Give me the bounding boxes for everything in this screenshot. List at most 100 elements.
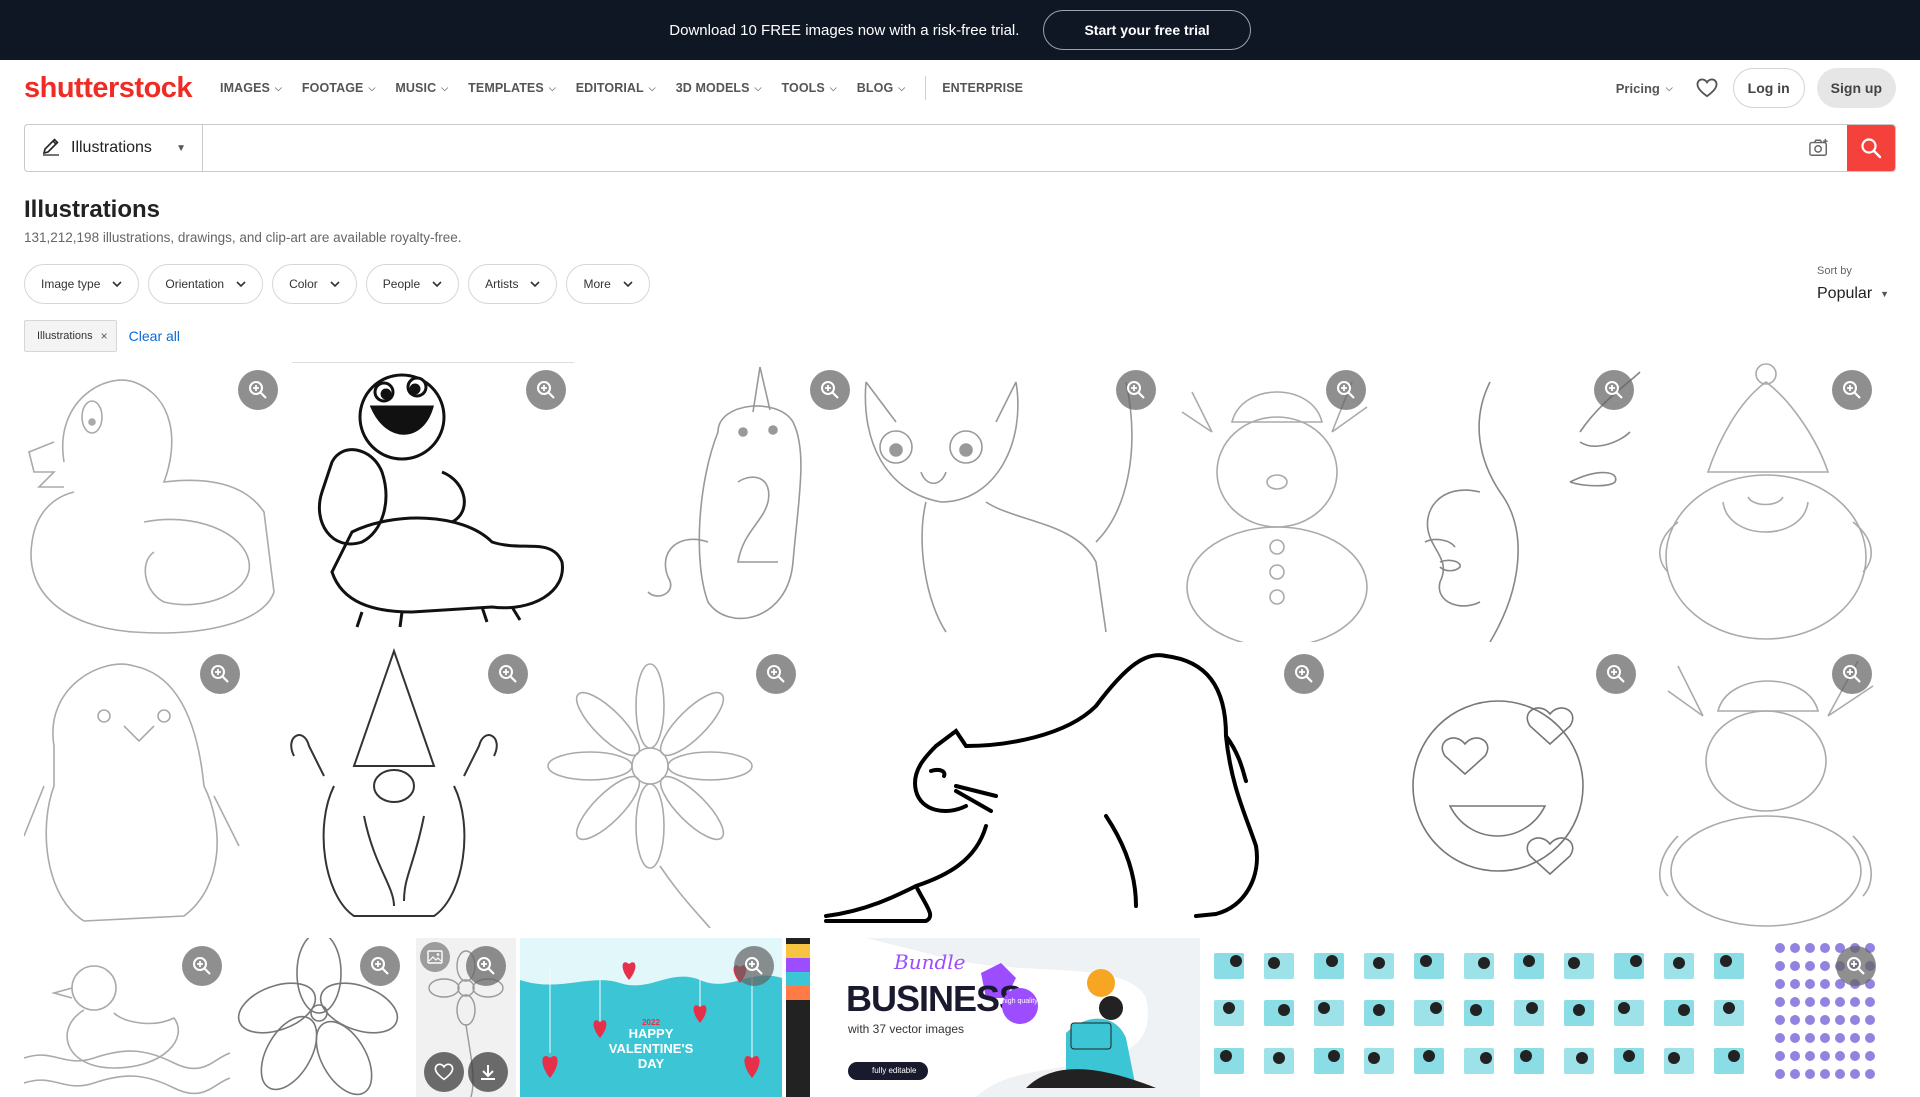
zoom-icon[interactable] (756, 654, 796, 694)
search-icon (1861, 138, 1882, 159)
nav-3d-models[interactable]: 3D MODELS ⌵ (676, 81, 762, 95)
favorites-heart-icon[interactable] (1693, 74, 1721, 102)
image-tile[interactable] (254, 646, 536, 928)
chevron-down-icon: ⌵ (829, 82, 837, 93)
zoom-icon[interactable] (810, 370, 850, 410)
nav-divider (925, 76, 927, 100)
zoom-icon[interactable] (1596, 654, 1636, 694)
valentine-line2: VALENTINE'S (608, 1041, 694, 1057)
zoom-icon[interactable] (1116, 370, 1156, 410)
pricing-menu[interactable]: Pricing ⌵ (1616, 81, 1673, 96)
search-type-dropdown[interactable]: Illustrations ▼ (25, 125, 203, 171)
nav-editorial[interactable]: EDITORIAL ⌵ (576, 81, 656, 95)
image-results-grid: 2022 HAPPY VALENTINE'S DAY Bundle BUSINE… (0, 362, 1920, 1097)
filter-artists[interactable]: Artists (468, 264, 558, 304)
chip-label: Illustrations (37, 330, 93, 342)
save-to-favorites-heart-icon[interactable] (424, 1052, 464, 1092)
zoom-icon[interactable] (238, 370, 278, 410)
zoom-icon[interactable] (1832, 654, 1872, 694)
stretching-cat-illustration (824, 653, 1259, 923)
zoom-icon[interactable] (182, 946, 222, 986)
image-tile[interactable]: 2022 HAPPY VALENTINE'S DAY (520, 938, 782, 1097)
chevron-down-icon: ⌵ (898, 82, 906, 93)
image-tile[interactable] (1380, 362, 1644, 642)
image-tile[interactable] (1648, 362, 1884, 642)
bundle-title: BUSINESS (846, 978, 1023, 1019)
chevron-down-icon (330, 277, 340, 291)
search-input[interactable] (203, 125, 1791, 171)
page-title: Illustrations (24, 196, 161, 223)
chevron-down-icon: ⌵ (441, 82, 449, 93)
sort-dropdown[interactable]: Popular ▼ (1817, 285, 1889, 303)
nav-footage[interactable]: FOOTAGE ⌵ (302, 81, 376, 95)
zoom-icon[interactable] (360, 946, 400, 986)
image-tile[interactable] (1204, 938, 1762, 1097)
nav-images-label: IMAGES (220, 81, 270, 95)
image-tile[interactable] (234, 938, 412, 1097)
remove-filter-icon[interactable]: × (101, 329, 108, 343)
filter-image-type[interactable]: Image type (24, 264, 140, 304)
image-tile[interactable] (416, 938, 516, 1097)
chevron-down-icon: ⌵ (368, 82, 376, 93)
filter-bar: Image type Orientation Color People Arti… (24, 264, 650, 304)
search-type-label: Illustrations (71, 139, 152, 156)
shutterstock-logo[interactable]: shutterstock (24, 72, 193, 105)
filter-orientation[interactable]: Orientation (148, 264, 264, 304)
caret-down-icon: ▼ (176, 142, 186, 154)
filter-label: Artists (485, 277, 519, 291)
valentine-line1: HAPPY (628, 1026, 674, 1042)
zoom-icon[interactable] (466, 946, 506, 986)
nav-tools[interactable]: TOOLS ⌵ (782, 81, 837, 95)
image-tile[interactable] (1770, 938, 1884, 1097)
zoom-icon[interactable] (1594, 370, 1634, 410)
image-tile[interactable] (1172, 362, 1376, 642)
image-tile[interactable] (292, 362, 574, 642)
start-free-trial-button[interactable]: Start your free trial (1043, 10, 1251, 50)
zoom-icon[interactable] (1284, 654, 1324, 694)
filter-color[interactable]: Color (272, 264, 357, 304)
image-tile[interactable] (856, 362, 1168, 642)
signup-button[interactable]: Sign up (1816, 68, 1896, 108)
zoom-icon[interactable] (734, 946, 774, 986)
nav-images[interactable]: IMAGES ⌵ (220, 81, 282, 95)
image-tile[interactable] (1350, 646, 1646, 928)
image-tile[interactable] (24, 646, 250, 928)
bundle-script: Bundle (894, 950, 966, 974)
image-tile[interactable]: Bundle BUSINESS with 37 vector images hi… (786, 938, 1200, 1097)
clear-all-link[interactable]: Clear all (129, 328, 180, 344)
image-tile[interactable] (578, 362, 852, 642)
caret-down-icon: ▼ (1880, 289, 1890, 299)
download-icon[interactable] (468, 1052, 508, 1092)
zoom-icon[interactable] (1832, 370, 1872, 410)
nav-templates[interactable]: TEMPLATES ⌵ (468, 81, 556, 95)
chevron-down-icon: ⌵ (548, 82, 556, 93)
nav-music[interactable]: MUSIC ⌵ (395, 81, 448, 95)
zoom-icon[interactable] (1836, 946, 1876, 986)
nav-tools-label: TOOLS (781, 81, 825, 95)
filter-people[interactable]: People (365, 264, 460, 304)
nav-editorial-label: EDITORIAL (575, 81, 644, 95)
login-button[interactable]: Log in (1732, 68, 1805, 108)
image-tile[interactable] (24, 362, 288, 642)
image-tile[interactable] (24, 938, 230, 1097)
site-header: shutterstock IMAGES ⌵ FOOTAGE ⌵ MUSIC ⌵ TEM… (0, 60, 1920, 116)
sort-value: Popular (1817, 285, 1873, 302)
chevron-down-icon: ⌵ (648, 82, 656, 93)
sort-label: Sort by (1817, 265, 1852, 277)
nav-enterprise[interactable]: ENTERPRISE (942, 81, 1023, 95)
search-submit-button[interactable] (1847, 125, 1895, 171)
main-nav: IMAGES ⌵ FOOTAGE ⌵ MUSIC ⌵ TEMPLATES ⌵ EDITO… (220, 76, 1043, 100)
image-tile[interactable] (1648, 646, 1884, 928)
chevron-down-icon (112, 277, 122, 291)
filter-more[interactable]: More (566, 264, 650, 304)
zoom-icon[interactable] (488, 654, 528, 694)
active-filters: Illustrations × Clear all (24, 320, 180, 352)
zoom-icon[interactable] (526, 370, 566, 410)
image-tile[interactable] (540, 646, 802, 928)
bundle-spine (786, 938, 810, 1097)
zoom-icon[interactable] (200, 654, 240, 694)
nav-blog[interactable]: BLOG ⌵ (857, 81, 905, 95)
image-tile[interactable] (806, 646, 1346, 928)
search-by-image-camera-icon[interactable] (1791, 125, 1847, 171)
zoom-icon[interactable] (1326, 370, 1366, 410)
